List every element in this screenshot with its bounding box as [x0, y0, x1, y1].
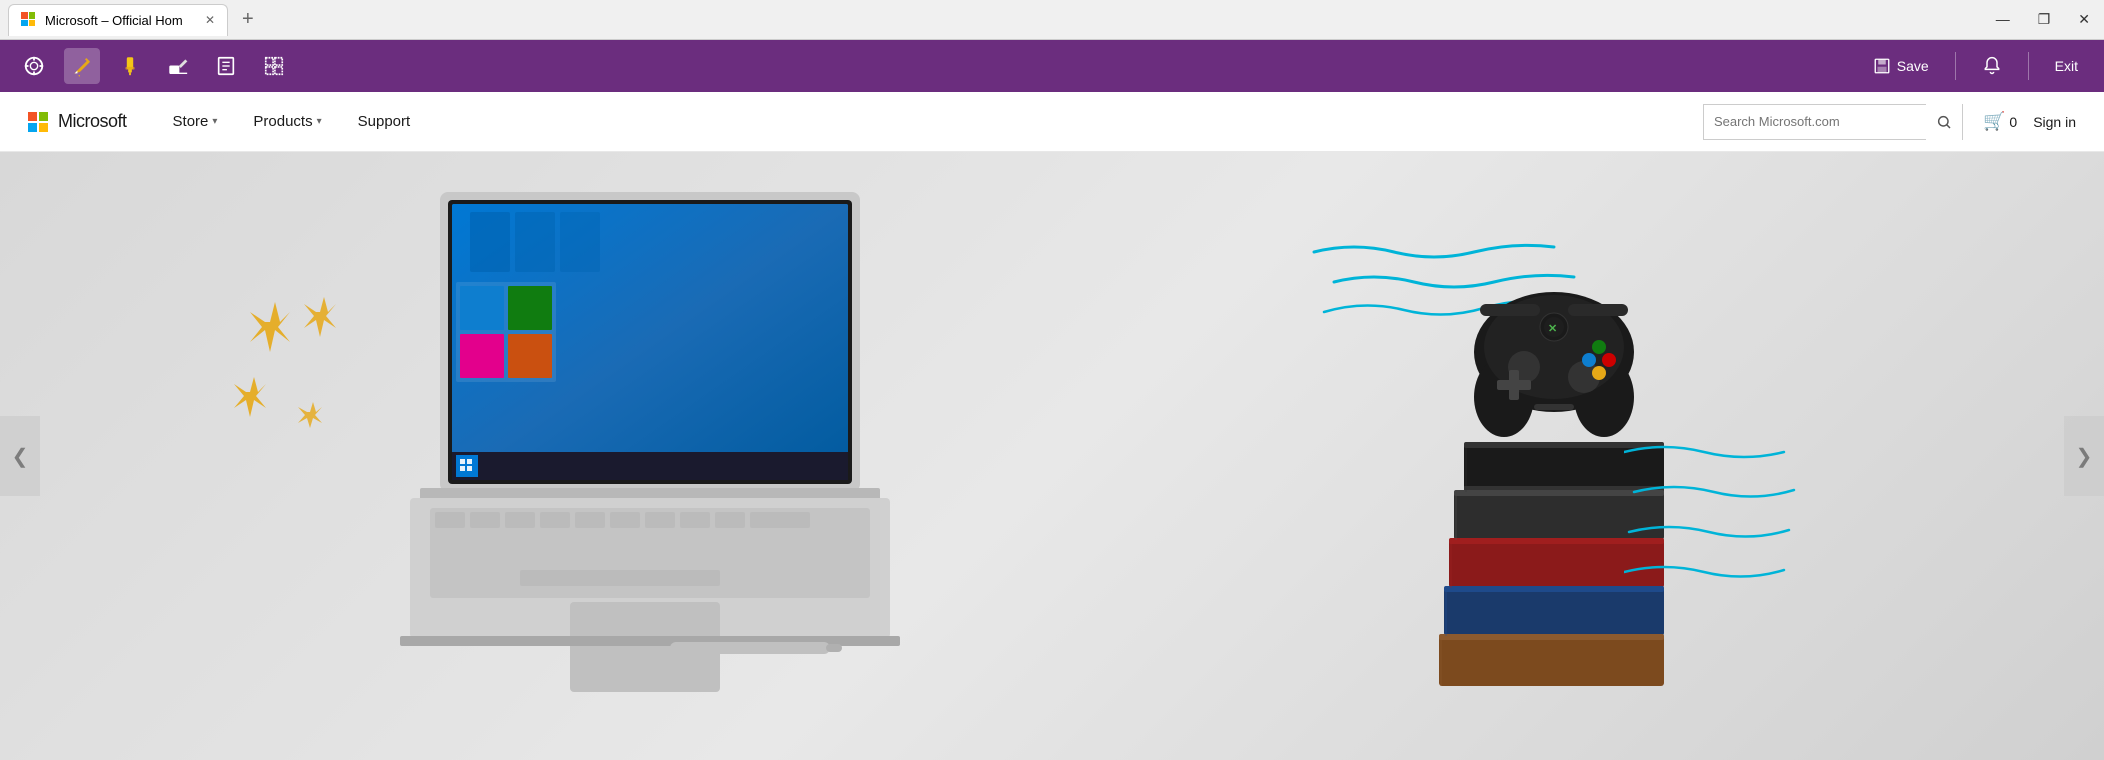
- logo-yellow: [39, 123, 48, 132]
- cart-icon: 🛒: [1983, 111, 2005, 132]
- support-link[interactable]: Support: [340, 92, 429, 152]
- navbar: Microsoft Store ▾ Products ▾ Support 🛒 0…: [0, 92, 2104, 152]
- hero-section: ❮: [0, 152, 2104, 760]
- search-box[interactable]: [1703, 104, 1963, 140]
- tab-close-button[interactable]: ✕: [205, 13, 215, 27]
- tab-favicon: [21, 12, 37, 28]
- annotation-right-controls: Save Exit: [1863, 50, 2088, 82]
- eraser-tool[interactable]: [160, 48, 196, 84]
- store-link[interactable]: Store ▾: [155, 92, 236, 152]
- hero-next-button[interactable]: ❯: [2064, 416, 2104, 496]
- store-chevron-icon: ▾: [212, 116, 217, 127]
- search-input[interactable]: [1704, 114, 1926, 129]
- products-chevron-icon: ▾: [317, 116, 322, 127]
- laptop-illustration: [360, 182, 960, 702]
- pen-tool[interactable]: [64, 48, 100, 84]
- save-button[interactable]: Save: [1863, 51, 1939, 81]
- close-button[interactable]: ✕: [2072, 11, 2096, 28]
- logo-blue: [28, 123, 37, 132]
- book-waves: [1624, 432, 1824, 637]
- bell-button[interactable]: [1972, 50, 2012, 82]
- touch-draw-tool[interactable]: [16, 48, 52, 84]
- hero-prev-button[interactable]: ❮: [0, 416, 40, 496]
- exit-button[interactable]: Exit: [2045, 52, 2088, 80]
- hero-content: ❮: [0, 152, 2104, 760]
- divider2: [2028, 52, 2029, 80]
- highlighter-tool[interactable]: [112, 48, 148, 84]
- svg-text:✕: ✕: [1548, 323, 1557, 335]
- clip-tool[interactable]: [256, 48, 292, 84]
- cart-link[interactable]: 🛒 0: [1983, 111, 2017, 132]
- search-button[interactable]: [1926, 104, 1962, 140]
- microsoft-logo[interactable]: Microsoft: [28, 111, 127, 132]
- logo-green: [39, 112, 48, 121]
- products-link[interactable]: Products ▾: [235, 92, 339, 152]
- maximize-button[interactable]: ❐: [2032, 11, 2057, 28]
- window-controls: — ❐ ✕: [1990, 11, 2096, 28]
- note-tool[interactable]: [208, 48, 244, 84]
- browser-titlebar: Microsoft – Official Hom ✕ + — ❐ ✕: [0, 0, 2104, 40]
- signin-link[interactable]: Sign in: [2033, 114, 2076, 130]
- stars-decoration: [210, 292, 370, 497]
- browser-tab[interactable]: Microsoft – Official Hom ✕: [8, 4, 228, 36]
- divider: [1955, 52, 1956, 80]
- logo-text: Microsoft: [58, 111, 127, 132]
- cart-count: 0: [2009, 114, 2017, 130]
- annotation-toolbar: Save Exit: [0, 40, 2104, 92]
- logo-grid: [28, 112, 48, 132]
- logo-red: [28, 112, 37, 121]
- new-tab-button[interactable]: +: [234, 8, 262, 31]
- minimize-button[interactable]: —: [1990, 11, 2016, 28]
- tab-title: Microsoft – Official Hom: [45, 13, 183, 28]
